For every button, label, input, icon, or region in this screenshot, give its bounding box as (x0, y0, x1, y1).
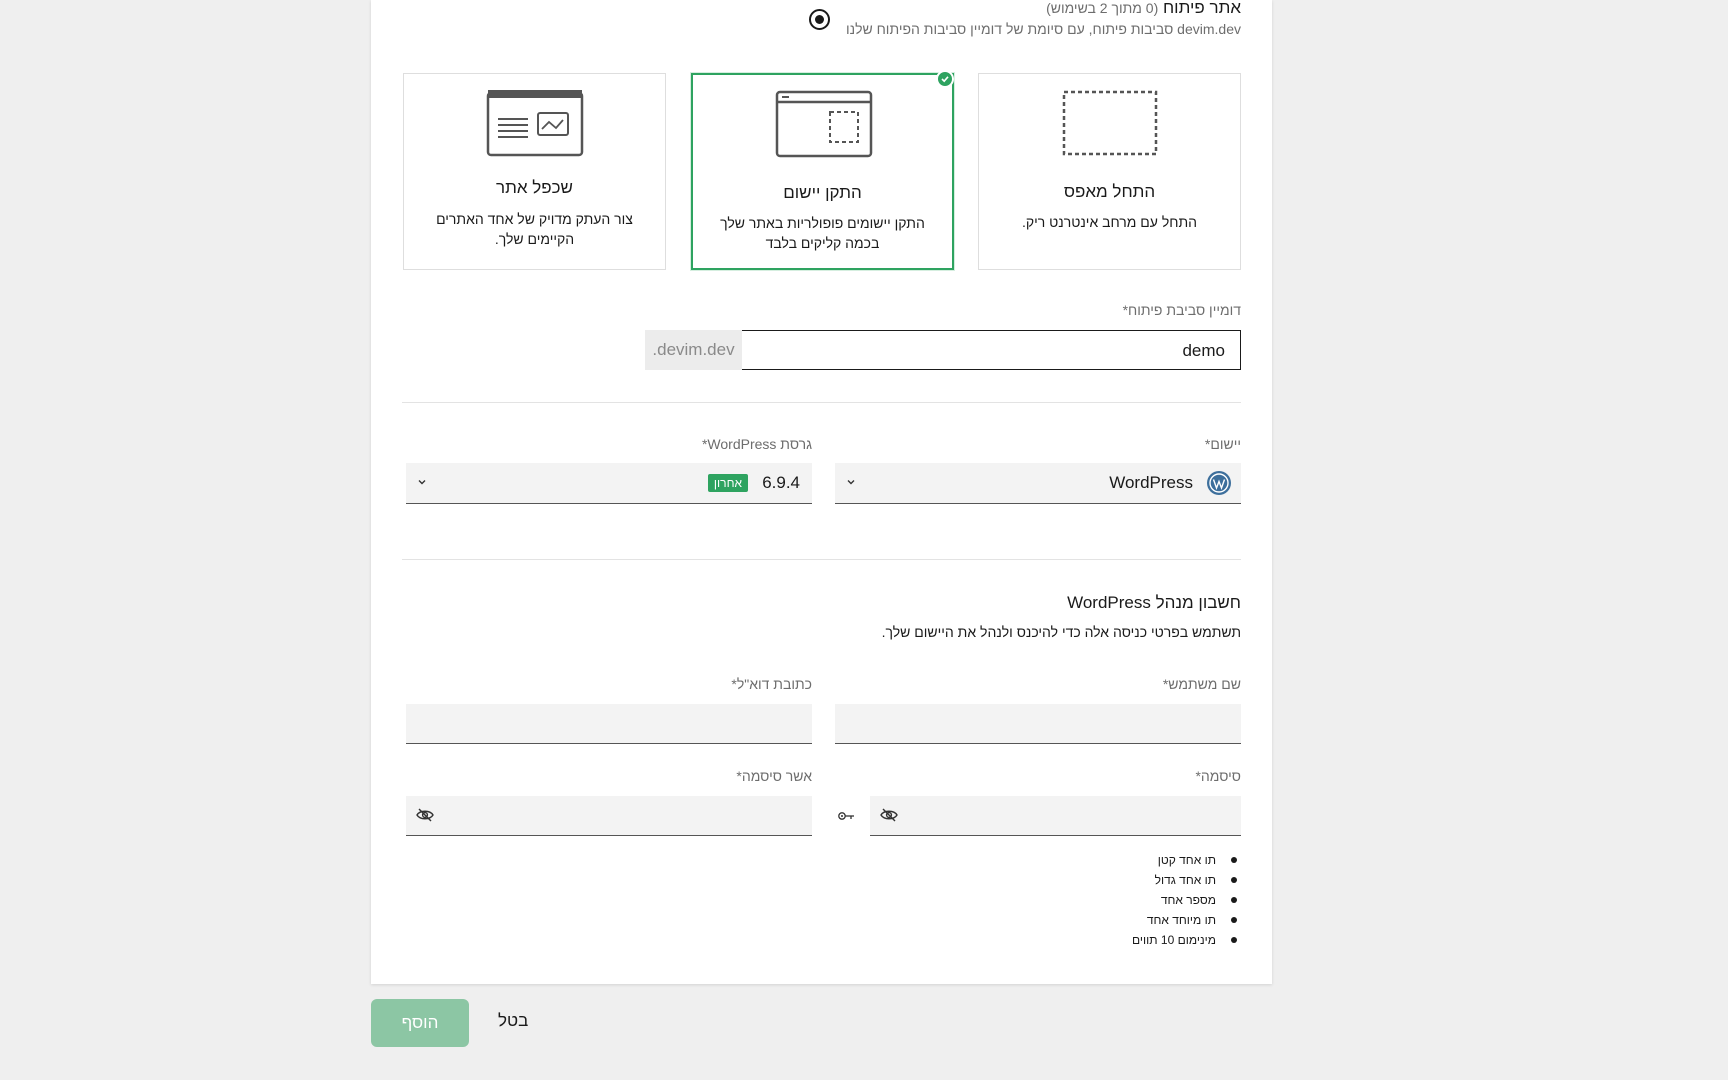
selected-check-icon (936, 70, 954, 88)
wordpress-logo-icon (1207, 471, 1231, 495)
option-title: שכפל אתר (496, 178, 573, 197)
domain-value: demo (1182, 341, 1225, 360)
form-card: אתר פיתוח (0 מתוך 2 בשימוש) סביבות פיתוח… (371, 0, 1272, 984)
blank-layout-icon (1062, 90, 1158, 156)
dev-site-radio[interactable] (809, 9, 830, 30)
password-rule: תו מיוחד אחד (1132, 910, 1241, 930)
application-value: WordPress (1109, 473, 1193, 492)
option-title: התקן יישום (783, 183, 862, 202)
wp-version-value: 6.9.4 (762, 473, 800, 492)
email-label: כתובת דוא"ל* (731, 676, 812, 692)
chevron-down-icon (847, 480, 855, 485)
email-input[interactable] (406, 704, 812, 744)
option-start-blank[interactable]: התחל מאפס התחל עם מרחב אינטרנט ריק. (978, 73, 1241, 270)
password-input[interactable] (870, 796, 1241, 836)
wp-version-label: גרסת WordPress* (701, 436, 812, 452)
domain-input[interactable]: demo (709, 330, 1241, 370)
option-clone-site[interactable]: שכפל אתר צור העתק מדויק של אחד האתרים הק… (403, 73, 666, 270)
latest-badge: אחרון (707, 474, 748, 492)
option-description: התקן יישומים פופולריות באתר שלך בכמה קלי… (720, 215, 925, 251)
admin-section-title: חשבון מנהל WordPress (1067, 593, 1241, 612)
username-label: שם משתמש* (1162, 676, 1241, 692)
site-title-text: אתר פיתוח (1162, 0, 1241, 17)
password-rule: מינימום 10 תווים (1132, 930, 1241, 950)
domain-suffix: .devim.dev (645, 330, 742, 370)
add-button[interactable]: הוסף (371, 999, 469, 1047)
password-rule: מספר אחד (1132, 890, 1241, 910)
password-rules-list: תו אחד קטן תו אחד גדול מספר אחד תו מיוחד… (1132, 850, 1241, 950)
password-rule: תו אחד קטן (1132, 850, 1241, 870)
divider (402, 402, 1241, 403)
section-subtitle: סביבות פיתוח, עם סיומת של דומיין סביבות … (845, 21, 1241, 37)
application-label: יישום* (1204, 436, 1241, 452)
install-app-icon (775, 90, 873, 158)
confirm-password-input[interactable] (406, 796, 812, 836)
option-install-app[interactable]: התקן יישום התקן יישומים פופולריות באתר ש… (691, 70, 954, 270)
admin-section-description: תשתמש בפרטי כניסה אלה כדי להיכנס ולנהל א… (881, 624, 1241, 640)
confirm-password-label: אשר סיסמה* (736, 768, 812, 784)
application-select[interactable]: WordPress (835, 463, 1241, 504)
usage-count: (0 מתוך 2 בשימוש) (1046, 0, 1159, 16)
divider (402, 559, 1241, 560)
username-input[interactable] (835, 704, 1241, 744)
option-description: צור העתק מדויק של אחד האתרים הקיימים שלך… (436, 211, 633, 247)
section-title: אתר פיתוח (0 מתוך 2 בשימוש) (1046, 0, 1241, 18)
clone-site-icon (486, 90, 584, 157)
password-label: סיסמה* (1195, 768, 1241, 784)
option-title: התחל מאפס (1063, 182, 1156, 201)
key-generate-icon[interactable] (837, 810, 855, 822)
password-rule: תו אחד גדול (1132, 870, 1241, 890)
wp-version-select[interactable]: 6.9.4 אחרון (406, 463, 812, 504)
chevron-down-icon (418, 480, 426, 485)
domain-label: דומיין סביבת פיתוח* (1122, 302, 1241, 318)
eye-hidden-icon[interactable] (416, 808, 434, 822)
eye-hidden-icon[interactable] (880, 808, 898, 822)
option-description: התחל עם מרחב אינטרנט ריק. (1022, 214, 1197, 230)
cancel-button[interactable]: בטל (498, 1011, 528, 1031)
